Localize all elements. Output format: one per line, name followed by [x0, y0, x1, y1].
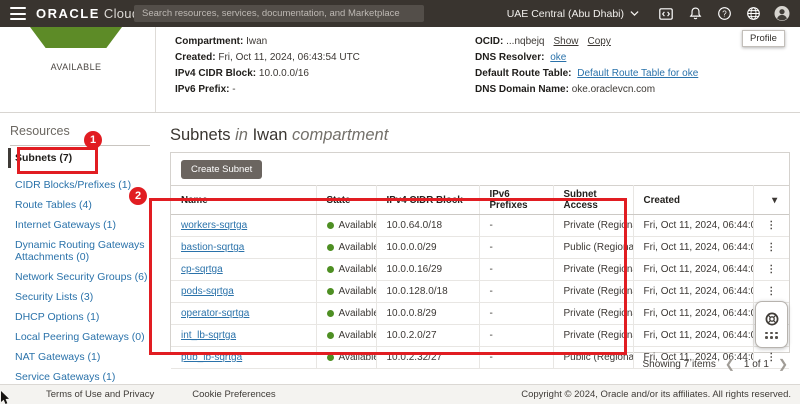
annotation-circle-2: 2	[129, 187, 147, 205]
detail-value: Fri, Oct 11, 2024, 06:43:54 UTC	[218, 52, 360, 63]
global-search-input[interactable]	[134, 5, 424, 22]
vcn-detail-header: AVAILABLE Compartment: IwanCreated: Fri,…	[0, 27, 800, 113]
annotation-box-2	[149, 198, 627, 355]
sidebar-item-service-gateways-1[interactable]: Service Gateways (1)	[10, 367, 162, 385]
top-navigation-bar: ORACLECloud UAE Central (Abu Dhabi) ?	[0, 0, 800, 27]
sidebar-item-network-security-groups-6[interactable]: Network Security Groups (6)	[10, 267, 162, 287]
support-widget[interactable]	[755, 301, 788, 348]
resources-divider	[10, 145, 150, 146]
detail-label: Created:	[175, 52, 216, 63]
copyright-text: Copyright © 2024, Oracle and/or its affi…	[521, 389, 791, 400]
detail-field-dns-domain-name: DNS Domain Name: oke.oraclevcn.com	[475, 82, 698, 98]
pagination-prev-icon[interactable]: ❮	[725, 357, 735, 371]
detail-field-ocid: OCID: ...nqbejq Show Copy	[475, 34, 698, 50]
detail-label: Compartment:	[175, 36, 243, 47]
create-subnet-button[interactable]: Create Subnet	[181, 160, 262, 179]
topbar-right-cluster: UAE Central (Abu Dhabi) ?	[507, 0, 790, 27]
detail-column-right: OCID: ...nqbejq Show Copy DNS Resolver: oke…	[475, 34, 698, 98]
detail-field-compartment: Compartment: Iwan	[175, 34, 360, 50]
title-subnets: Subnets	[170, 126, 231, 144]
detail-label: IPv6 Prefix:	[175, 84, 229, 95]
detail-field-ipv6-prefix: IPv6 Prefix: -	[175, 82, 360, 98]
pagination-next-icon[interactable]: ❯	[778, 357, 788, 371]
dots-grid-icon	[765, 332, 778, 339]
title-compartment: compartment	[292, 126, 388, 144]
detail-label: Default Route Table:	[475, 68, 571, 79]
title-in: in	[235, 126, 248, 144]
oracle-cloud-console: ORACLECloud UAE Central (Abu Dhabi) ?	[0, 0, 800, 404]
lifebuoy-icon	[764, 311, 780, 327]
column-header-created[interactable]: Created	[633, 186, 753, 215]
available-status-dot-icon	[327, 354, 334, 361]
detail-value: -	[232, 84, 235, 95]
detail-link-oke[interactable]: oke	[550, 52, 566, 63]
sidebar-list: Subnets (7)CIDR Blocks/Prefixes (1)Route…	[0, 148, 162, 385]
row-actions-menu-icon[interactable]: ⋮	[753, 237, 789, 259]
copy-link[interactable]: Copy	[588, 36, 611, 47]
detail-field-ipv4-cidr-block: IPv4 CIDR Block: 10.0.0.0/16	[175, 66, 360, 82]
sidebar-item-nat-gateways-1[interactable]: NAT Gateways (1)	[10, 347, 162, 367]
cell-created: Fri, Oct 11, 2024, 06:44:01 UTC	[633, 303, 753, 325]
detail-divider	[155, 27, 156, 112]
oracle-cloud-logo[interactable]: ORACLECloud	[36, 6, 139, 21]
annotation-box-1	[17, 147, 98, 174]
detail-field-default-route-table: Default Route Table: Default Route Table…	[475, 66, 698, 82]
vcn-status-hexagon-icon	[30, 27, 122, 48]
detail-field-created: Created: Fri, Oct 11, 2024, 06:43:54 UTC	[175, 50, 360, 66]
title-compartment-name: Iwan	[253, 126, 288, 144]
pagination: Showing 7 items ❮ 1 of 1 ❯	[642, 357, 788, 371]
chevron-down-icon	[630, 10, 639, 17]
pagination-page-label: 1 of 1	[744, 359, 769, 370]
page-title: Subnets in Iwan compartment	[170, 126, 388, 145]
developer-tools-icon[interactable]	[658, 6, 674, 22]
detail-column-left: Compartment: IwanCreated: Fri, Oct 11, 2…	[175, 34, 360, 98]
detail-field-dns-resolver: DNS Resolver: oke	[475, 50, 698, 66]
row-actions-menu-icon[interactable]: ⋮	[753, 281, 789, 303]
logo-oracle-text: ORACLE	[36, 6, 100, 21]
row-actions-menu-icon[interactable]: ⋮	[753, 259, 789, 281]
status-badge: AVAILABLE	[18, 62, 134, 72]
svg-text:?: ?	[722, 9, 727, 18]
detail-label: OCID:	[475, 36, 503, 47]
cell-created: Fri, Oct 11, 2024, 06:44:00 UTC	[633, 325, 753, 347]
annotation-circle-1: 1	[84, 131, 102, 149]
profile-tooltip: Profile	[742, 30, 785, 47]
detail-label: IPv4 CIDR Block:	[175, 68, 256, 79]
region-selector[interactable]: UAE Central (Abu Dhabi)	[507, 8, 639, 20]
cell-created: Fri, Oct 11, 2024, 06:44:01 UTC	[633, 215, 753, 237]
sidebar-item-internet-gateways-1[interactable]: Internet Gateways (1)	[10, 215, 162, 235]
sort-descending-icon[interactable]: ▾	[753, 186, 789, 215]
language-globe-icon[interactable]	[745, 6, 761, 22]
pagination-summary: Showing 7 items	[642, 359, 715, 370]
region-label: UAE Central (Abu Dhabi)	[507, 8, 624, 20]
cell-created: Fri, Oct 11, 2024, 06:44:01 UTC	[633, 281, 753, 303]
detail-value: 10.0.0.0/16	[259, 68, 309, 79]
row-actions-menu-icon[interactable]: ⋮	[753, 215, 789, 237]
footer: Terms of Use and Privacy Cookie Preferen…	[0, 384, 800, 404]
sidebar-item-dhcp-options-1[interactable]: DHCP Options (1)	[10, 307, 162, 327]
detail-value: ...nqbejq	[506, 36, 544, 47]
cell-created: Fri, Oct 11, 2024, 06:44:01 UTC	[633, 237, 753, 259]
profile-avatar-icon[interactable]	[774, 6, 790, 22]
detail-label: DNS Resolver:	[475, 52, 544, 63]
cell-created: Fri, Oct 11, 2024, 06:44:01 UTC	[633, 259, 753, 281]
cookie-preferences-link[interactable]: Cookie Preferences	[192, 389, 275, 400]
detail-value: oke.oraclevcn.com	[572, 84, 655, 95]
sidebar-item-dynamic-routing-gateways-attachments-0[interactable]: Dynamic Routing Gateways Attachments (0)	[10, 235, 162, 267]
detail-link-default-route-table-for-oke[interactable]: Default Route Table for oke	[577, 68, 698, 79]
detail-label: DNS Domain Name:	[475, 84, 569, 95]
hamburger-menu-icon[interactable]	[10, 7, 26, 20]
detail-value: Iwan	[246, 36, 267, 47]
notifications-bell-icon[interactable]	[687, 6, 703, 22]
sidebar-item-local-peering-gateways-0[interactable]: Local Peering Gateways (0)	[10, 327, 162, 347]
terms-link[interactable]: Terms of Use and Privacy	[46, 389, 154, 400]
show-link[interactable]: Show	[554, 36, 579, 47]
sidebar-item-security-lists-3[interactable]: Security Lists (3)	[10, 287, 162, 307]
mouse-cursor	[1, 391, 11, 404]
help-icon[interactable]: ?	[716, 6, 732, 22]
